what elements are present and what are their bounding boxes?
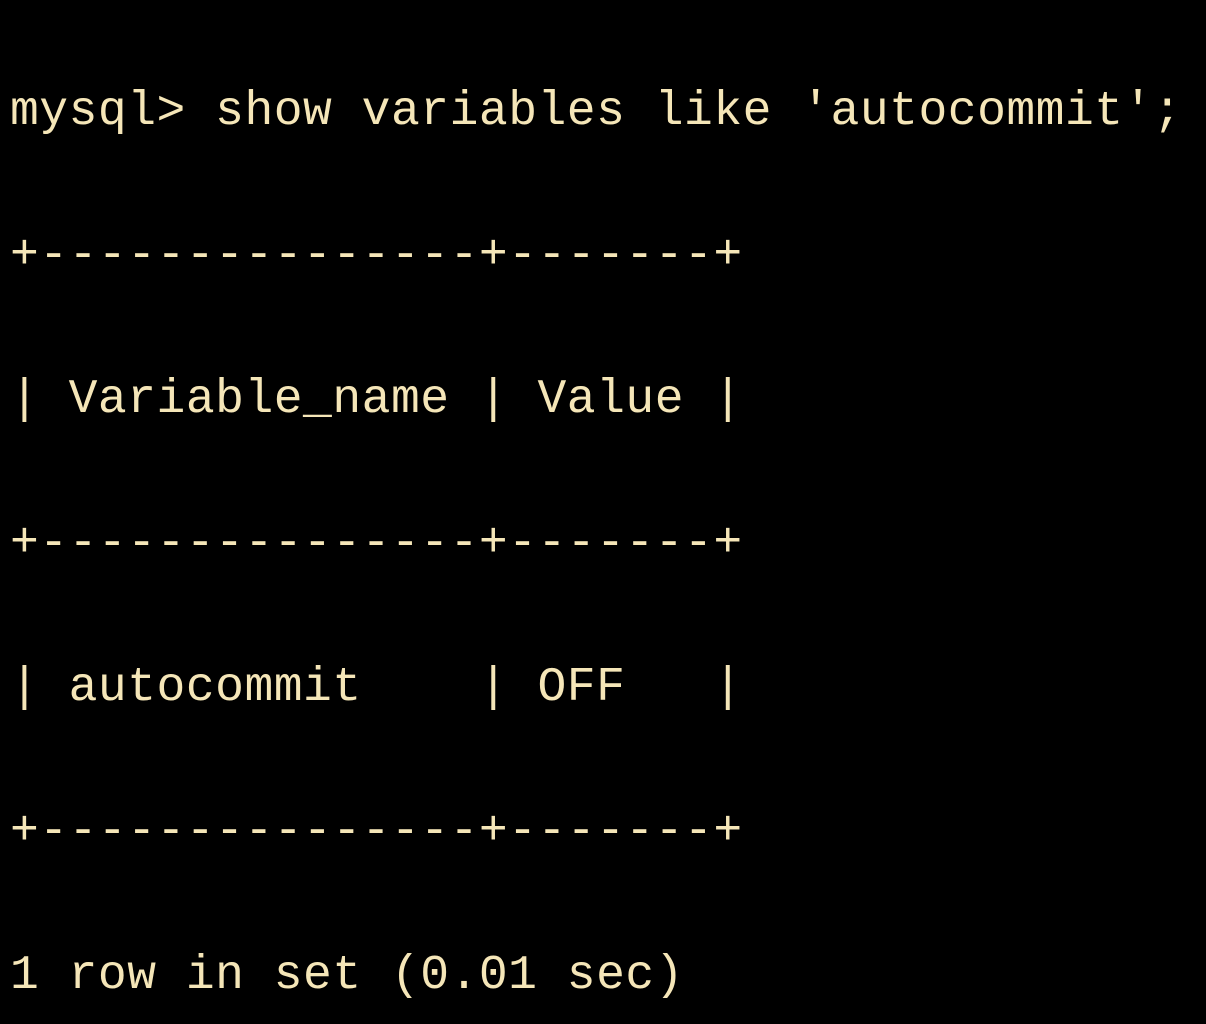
table-header-row: | Variable_name | Value | (10, 364, 1196, 436)
table-data-row: | autocommit | OFF | (10, 652, 1196, 724)
mysql-terminal-output: mysql> show variables like 'autocommit';… (10, 4, 1196, 1024)
sql-command: show variables like 'autocommit'; (215, 85, 1182, 139)
table-border-mid: +---------------+-------+ (10, 508, 1196, 580)
table-border-top: +---------------+-------+ (10, 220, 1196, 292)
table-border-bottom: +---------------+-------+ (10, 796, 1196, 868)
mysql-prompt: mysql> (10, 85, 215, 139)
command-line: mysql> show variables like 'autocommit'; (10, 76, 1196, 148)
status-line: 1 row in set (0.01 sec) (10, 940, 1196, 1012)
